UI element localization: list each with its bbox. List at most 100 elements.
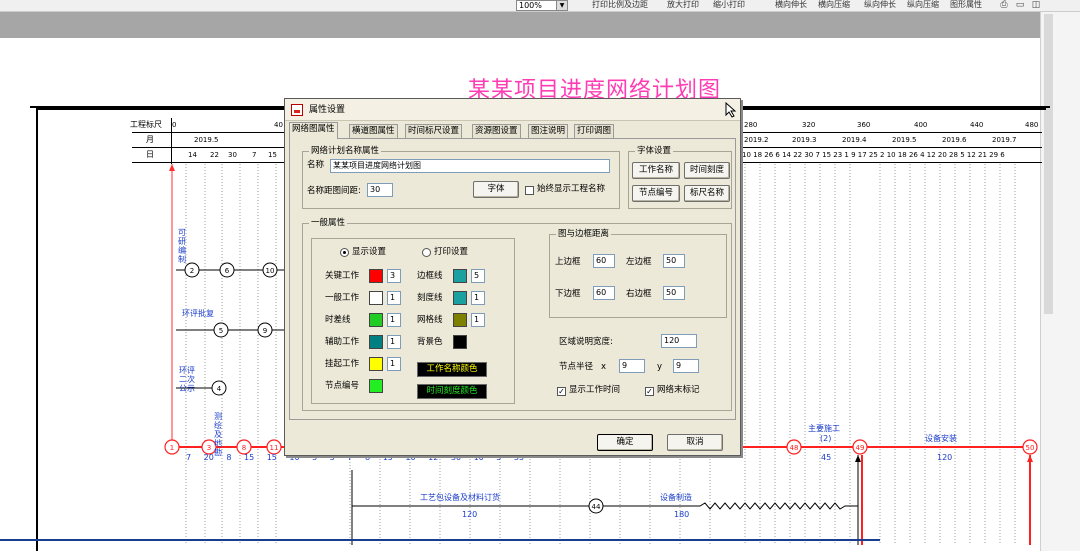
svg-text:9: 9 bbox=[263, 327, 267, 335]
general-properties-group: 一般属性 显示设置 打印设置 关键工作 3 一般工作 1 时差线 1 辅助工作 1 挂起工作 1 节… bbox=[302, 217, 732, 411]
dialog-titlebar[interactable]: 属性设置 bbox=[285, 99, 740, 121]
time-scale-color-button[interactable]: 时间刻度颜色 bbox=[417, 384, 487, 399]
color-swatch[interactable] bbox=[453, 335, 467, 349]
left-margin-field[interactable]: 50 bbox=[663, 254, 685, 268]
node-number-font-button[interactable]: 节点编号 bbox=[632, 185, 680, 202]
time-scale-font-button[interactable]: 时间刻度 bbox=[684, 162, 730, 179]
line-width-field[interactable]: 1 bbox=[387, 335, 401, 349]
color-row-label: 刻度线 bbox=[417, 293, 443, 303]
task-duration: 120 bbox=[462, 510, 478, 519]
spacing-label: 名称距图间距: bbox=[307, 186, 361, 196]
color-swatch[interactable] bbox=[369, 379, 383, 393]
color-row-label: 一般工作 bbox=[325, 293, 360, 303]
color-row-label: 节点编号 bbox=[325, 381, 360, 391]
svg-text:5: 5 bbox=[219, 327, 223, 335]
task-duration: 120 bbox=[937, 453, 953, 462]
svg-text:1: 1 bbox=[170, 444, 174, 452]
svg-text:48: 48 bbox=[790, 444, 799, 452]
top-margin-field[interactable]: 60 bbox=[593, 254, 615, 268]
task-sublabel: (2) bbox=[820, 434, 832, 443]
group-title: 一般属性 bbox=[309, 217, 348, 229]
node-y-field[interactable]: 9 bbox=[673, 359, 699, 373]
color-swatch[interactable] bbox=[369, 335, 383, 349]
print-settings-radio[interactable] bbox=[422, 248, 431, 257]
line-width-field[interactable]: 1 bbox=[387, 313, 401, 327]
node-y-label: y bbox=[657, 362, 663, 372]
cancel-button[interactable]: 取消 bbox=[667, 434, 723, 451]
color-swatch[interactable] bbox=[369, 269, 383, 283]
task-duration: 180 bbox=[674, 510, 690, 519]
task-label: 工艺包设备及材料订货 bbox=[420, 493, 500, 502]
ok-button[interactable]: 确定 bbox=[597, 434, 653, 451]
display-settings-radio[interactable] bbox=[340, 248, 349, 257]
plan-name-field[interactable]: 某某项目进度网络计划图 bbox=[330, 159, 610, 173]
color-row-label: 边框线 bbox=[417, 271, 443, 281]
color-swatch[interactable] bbox=[453, 269, 467, 283]
line-width-field[interactable]: 3 bbox=[387, 269, 401, 283]
color-row-label: 时差线 bbox=[325, 315, 351, 325]
properties-dialog: 属性设置 网络图属性 横道图属性 时间标尺设置 资源图设置 图注说明 打印调图 … bbox=[284, 98, 741, 456]
line-width-field[interactable]: 1 bbox=[471, 291, 485, 305]
task-label: 设备制造 bbox=[660, 493, 692, 502]
node-x-field[interactable]: 9 bbox=[619, 359, 645, 373]
color-swatch[interactable] bbox=[369, 291, 383, 305]
tab-bar-chart-properties[interactable]: 横道图属性 bbox=[349, 124, 398, 138]
task-label: 可研编制 bbox=[178, 228, 186, 264]
right-margin-label: 右边框 bbox=[626, 289, 652, 299]
tab-time-scale[interactable]: 时间标尺设置 bbox=[405, 124, 463, 138]
color-swatch[interactable] bbox=[369, 313, 383, 327]
name-label: 名称 bbox=[307, 160, 325, 170]
color-row-label: 关键工作 bbox=[325, 271, 360, 281]
tab-print-adjust[interactable]: 打印调图 bbox=[574, 124, 615, 138]
task-duration: 45 bbox=[821, 453, 832, 462]
work-name-color-button[interactable]: 工作名称颜色 bbox=[417, 362, 487, 377]
task-label: 环评批复 bbox=[182, 309, 214, 318]
color-swatch[interactable] bbox=[369, 357, 383, 371]
group-title: 网络计划名称属性 bbox=[309, 145, 382, 157]
ruler-name-font-button[interactable]: 标尺名称 bbox=[684, 185, 730, 202]
group-title: 字体设置 bbox=[635, 145, 674, 157]
show-work-time-checkbox[interactable]: ✓ bbox=[557, 387, 566, 396]
show-work-time-label: 显示工作时间 bbox=[569, 385, 621, 395]
node-radius-label: 节点半径 bbox=[559, 362, 594, 372]
svg-text:10: 10 bbox=[266, 267, 275, 275]
node-x-label: x bbox=[601, 362, 607, 372]
app-window: 100% ▼ 打印比例及边距 放大打印 缩小打印 横向伸长 横向压缩 纵向伸长 … bbox=[0, 0, 1080, 551]
mouse-cursor-icon bbox=[725, 102, 737, 118]
svg-text:11: 11 bbox=[270, 444, 279, 452]
line-width-field[interactable]: 1 bbox=[387, 291, 401, 305]
color-row-label: 网格线 bbox=[417, 315, 443, 325]
svg-text:8: 8 bbox=[242, 444, 246, 452]
top-margin-label: 上边框 bbox=[555, 257, 581, 267]
font-button[interactable]: 字体 bbox=[473, 181, 519, 198]
always-show-name-checkbox[interactable] bbox=[525, 186, 534, 195]
spacing-field[interactable]: 30 bbox=[367, 183, 393, 197]
legend-width-field[interactable]: 120 bbox=[661, 334, 697, 348]
color-swatch[interactable] bbox=[453, 313, 467, 327]
end-mark-label: 网络末标记 bbox=[657, 385, 700, 395]
bottom-margin-field[interactable]: 60 bbox=[593, 286, 615, 300]
line-width-field[interactable]: 1 bbox=[387, 357, 401, 371]
plan-name-group: 网络计划名称属性 名称 某某项目进度网络计划图 名称距图间距: 30 字体 始终… bbox=[302, 145, 620, 209]
line-width-field[interactable]: 1 bbox=[471, 313, 485, 327]
print-settings-label: 打印设置 bbox=[434, 247, 469, 257]
color-row-label: 背景色 bbox=[417, 337, 443, 347]
left-margin-label: 左边框 bbox=[626, 257, 652, 267]
color-swatch[interactable] bbox=[453, 291, 467, 305]
work-name-font-button[interactable]: 工作名称 bbox=[632, 162, 680, 179]
end-mark-checkbox[interactable]: ✓ bbox=[645, 387, 654, 396]
svg-text:44: 44 bbox=[592, 503, 601, 511]
font-settings-group: 字体设置 工作名称 时间刻度 节点编号 标尺名称 bbox=[628, 145, 732, 209]
task-label: 设备安装 bbox=[925, 434, 957, 443]
tab-strip: 网络图属性 横道图属性 时间标尺设置 资源图设置 图注说明 打印调图 bbox=[289, 122, 739, 139]
right-margin-field[interactable]: 50 bbox=[663, 286, 685, 300]
color-row-label: 挂起工作 bbox=[325, 359, 360, 369]
color-row-label: 辅助工作 bbox=[325, 337, 360, 347]
line-width-field[interactable]: 5 bbox=[471, 269, 485, 283]
tab-legend[interactable]: 图注说明 bbox=[528, 124, 569, 138]
tab-network-properties[interactable]: 网络图属性 bbox=[289, 122, 338, 139]
svg-text:4: 4 bbox=[217, 385, 222, 393]
tab-panel-network: 网络计划名称属性 名称 某某项目进度网络计划图 名称距图间距: 30 字体 始终… bbox=[289, 138, 736, 420]
tab-resource-chart[interactable]: 资源图设置 bbox=[472, 124, 521, 138]
svg-text:3: 3 bbox=[207, 444, 211, 452]
